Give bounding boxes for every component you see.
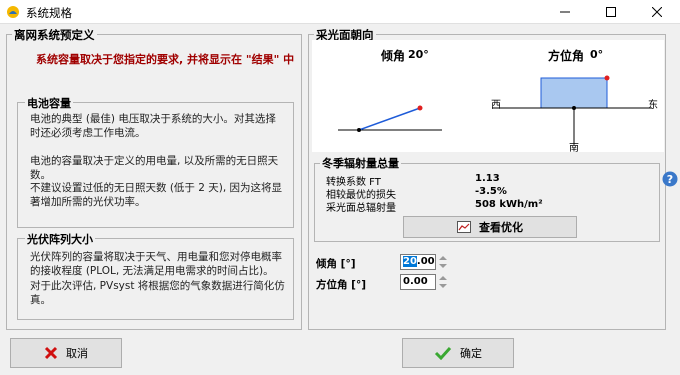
west-label: 西 [491, 100, 501, 111]
global-irradiation-value: 508 kWh/m² [475, 199, 543, 210]
maximize-icon [606, 7, 616, 17]
minimize-icon [560, 11, 570, 13]
azimuth-spinner[interactable] [438, 274, 448, 290]
app-sun-icon [7, 6, 19, 18]
tilt-panel-line [358, 107, 421, 131]
cancel-button[interactable]: 取消 [10, 338, 122, 368]
global-irradiation-label: 采光面总辐射量 [326, 203, 396, 214]
cancel-x-icon [44, 346, 58, 360]
ok-button[interactable]: 确定 [402, 338, 514, 368]
transposition-factor-value: 1.13 [475, 173, 500, 184]
pv-array-size-title: 光伏阵列大小 [25, 231, 95, 247]
east-label: 东 [648, 100, 658, 111]
ok-label: 确定 [460, 347, 482, 360]
title-bar: 系统规格 [0, 0, 680, 24]
close-icon [652, 7, 662, 17]
battery-capacity-title: 电池容量 [25, 95, 73, 111]
chart-icon [457, 221, 471, 233]
capacity-warning-text: 系统容量取决于您指定的要求, 并将显示在 "结果" 中 [36, 53, 295, 66]
tilt-input[interactable]: 20.00 [400, 254, 436, 270]
tilt-panel-tip [417, 105, 423, 111]
battery-text-2: 电池的容量取决于定义的用电量, 以及所需的无日照天数。 [30, 155, 279, 181]
svg-text:?: ? [667, 173, 673, 186]
azimuth-input[interactable]: 0.00 [400, 274, 436, 290]
azimuth-panel-tip [604, 75, 610, 81]
tilt-spinner[interactable] [438, 254, 448, 270]
help-icon[interactable]: ? [662, 171, 678, 187]
loss-vs-optimum-value: -3.5% [475, 186, 507, 197]
close-button[interactable] [634, 0, 680, 24]
pv-text-1: 光伏阵列的容量将取决于天气、用电量和您对停电概率的接收程度 (PLOL, 无法满… [30, 251, 282, 277]
show-optimization-button[interactable]: 查看优化 [403, 216, 577, 238]
maximize-button[interactable] [588, 0, 634, 24]
battery-text-3: 不建议设置过低的无日照天数 (低于 2 天), 因为这将显著增加所需的光伏功率。 [30, 182, 283, 208]
azimuth-center-point [572, 106, 576, 110]
show-optimization-label: 查看优化 [479, 221, 523, 234]
azimuth-panel-rect [540, 77, 608, 109]
south-label: 南 [569, 143, 579, 154]
azimuth-field-label: 方位角 [°] [316, 279, 367, 291]
tilt-field-label: 倾角 [°] [316, 258, 356, 270]
tilt-pivot-point [357, 128, 361, 132]
pv-text-2: 对于此次评估, PVsyst 将根据您的气象数据进行简化仿真。 [30, 280, 285, 306]
battery-text-1: 电池的典型 (最佳) 电压取决于系统的大小。对其选择时还必须考虑工作电流。 [30, 113, 276, 139]
checkmark-icon [434, 346, 452, 360]
window-title: 系统规格 [26, 6, 72, 20]
offgrid-panel-title: 离网系统预定义 [12, 27, 97, 43]
winter-irradiation-title: 冬季辐射量总量 [320, 155, 401, 171]
orientation-drawing [338, 75, 652, 144]
minimize-button[interactable] [542, 0, 588, 24]
cancel-label: 取消 [66, 347, 88, 360]
